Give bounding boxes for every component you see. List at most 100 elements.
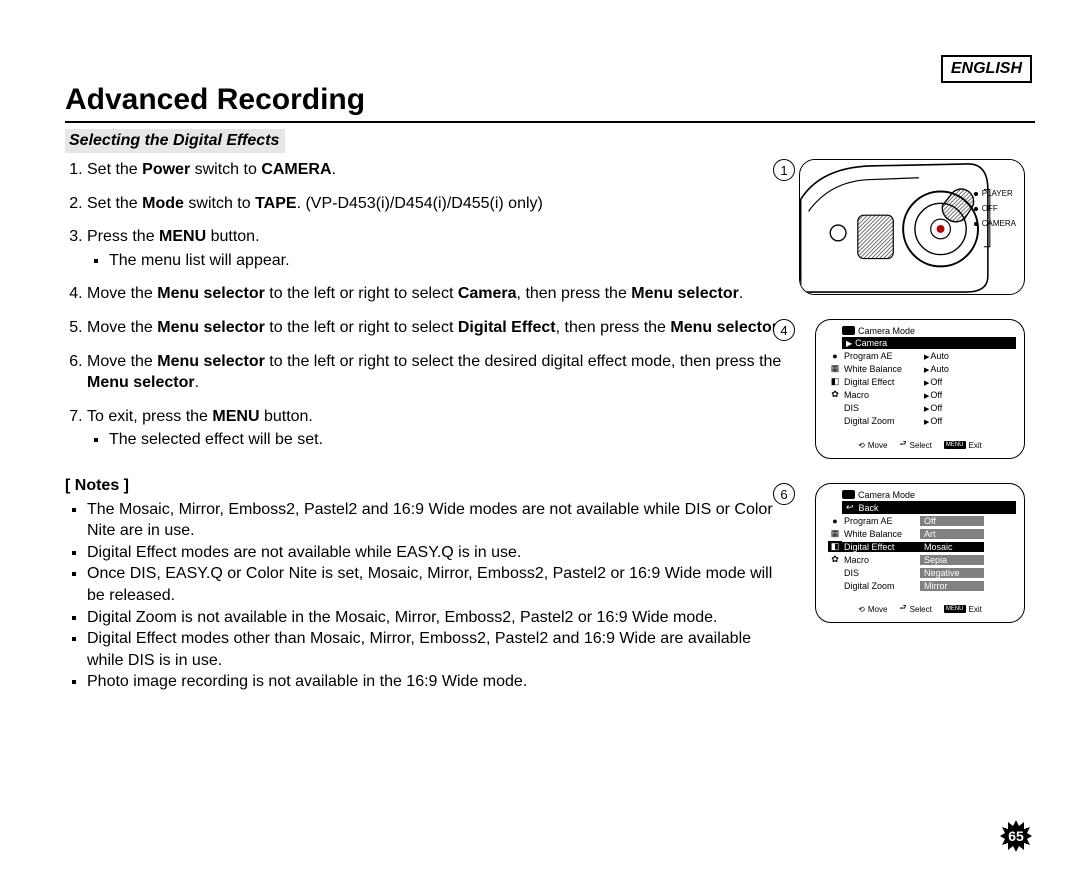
step-3: Press the MENU button. The menu list wil…: [87, 226, 787, 271]
select-icon: ⮐: [899, 602, 906, 616]
osd-mode-title: Camera Mode: [842, 490, 1016, 500]
osd-submenu-camera: ▶ Camera: [842, 337, 1016, 349]
step-4: Move the Menu selector to the left or ri…: [87, 283, 787, 305]
osd-row-value: Art: [920, 529, 984, 539]
osd-row-label: DIS: [842, 403, 920, 413]
osd-row-label: Digital Zoom: [842, 416, 920, 426]
osd-row-icon: ●: [828, 351, 842, 361]
power-switch-illustration: PLAYER OFF CAMERA: [799, 159, 1025, 295]
move-icon: ⟲: [858, 605, 865, 614]
divider: [65, 121, 1035, 123]
switch-position-camera: CAMERA: [974, 216, 1016, 231]
page-title: Advanced Recording: [65, 83, 1035, 117]
osd-row-icon: ◧: [828, 541, 842, 552]
osd-mode-title: Camera Mode: [842, 326, 1016, 336]
osd-row-label: Macro: [842, 390, 920, 400]
osd-row-label: Macro: [842, 555, 920, 565]
move-icon: ⟲: [858, 441, 865, 450]
osd-row: DISNegative: [828, 566, 1016, 579]
select-icon: ⮐: [899, 438, 906, 452]
osd-row: Digital ZoomOff: [828, 414, 1016, 427]
osd-row-value: Off: [920, 403, 984, 413]
osd-row-label: Program AE: [842, 516, 920, 526]
submenu-marker-icon: ▶: [846, 339, 852, 348]
osd-row-value: Mirror: [920, 581, 984, 591]
osd-row: Digital ZoomMirror: [828, 579, 1016, 592]
instructions-column: Set the Power switch to CAMERA. Set the …: [65, 159, 787, 693]
osd-row-icon: ●: [828, 516, 842, 526]
figure-6-label: 6: [773, 483, 795, 505]
figure-4: 4 Camera Mode ▶ Camera ●Program AEAuto▦W…: [799, 319, 1035, 459]
note-item: The Mosaic, Mirror, Emboss2, Pastel2 and…: [87, 499, 787, 542]
osd-footer: ⟲Move ⮐Select MENUExit: [816, 602, 1024, 616]
step-6: Move the Menu selector to the left or ri…: [87, 351, 787, 394]
osd-row-label: DIS: [842, 568, 920, 578]
manual-page: ENGLISH Advanced Recording Selecting the…: [0, 0, 1080, 880]
steps-list: Set the Power switch to CAMERA. Set the …: [65, 159, 787, 451]
osd-row-label: Digital Effect: [842, 542, 920, 552]
osd-row-value: Off: [920, 390, 984, 400]
osd-menu-camera: Camera Mode ▶ Camera ●Program AEAuto▦Whi…: [815, 319, 1025, 459]
figures-column: 1: [799, 159, 1035, 693]
osd-footer: ⟲Move ⮐Select MENUExit: [816, 438, 1024, 452]
page-number: 65: [1000, 820, 1032, 852]
osd-row-value: Sepia: [920, 555, 984, 565]
osd-row-icon: ✿: [828, 554, 842, 565]
osd-row: ●Program AEOff: [828, 514, 1016, 527]
note-item: Once DIS, EASY.Q or Color Nite is set, M…: [87, 563, 787, 606]
osd-row-label: White Balance: [842, 364, 920, 374]
osd-row-icon: ▦: [828, 528, 842, 539]
figure-4-label: 4: [773, 319, 795, 341]
step-2: Set the Mode switch to TAPE. (VP-D453(i)…: [87, 193, 787, 215]
osd-row-value: Off: [920, 516, 984, 526]
step-5: Move the Menu selector to the left or ri…: [87, 317, 787, 339]
osd-row-value: Off: [920, 377, 984, 387]
osd-row-icon: ◧: [828, 376, 842, 387]
osd-row-value: Auto: [920, 351, 984, 361]
figure-6: 6 Camera Mode Back ●Program AEOff▦White …: [799, 483, 1035, 623]
menu-key-icon: MENU: [944, 605, 966, 613]
notes-heading: [ Notes ]: [65, 475, 787, 497]
power-switch-positions: PLAYER OFF CAMERA: [974, 186, 1016, 232]
osd-row: ▦White BalanceAuto: [828, 362, 1016, 375]
osd-row-label: White Balance: [842, 529, 920, 539]
osd-row-label: Digital Effect: [842, 377, 920, 387]
osd-row: ◧Digital EffectMosaic: [828, 540, 1016, 553]
osd-submenu-back: Back: [842, 501, 1016, 514]
osd-row: ●Program AEAuto: [828, 349, 1016, 362]
back-arrow-icon: [846, 502, 856, 513]
switch-position-player: PLAYER: [974, 186, 1016, 201]
note-item: Digital Effect modes are not available w…: [87, 542, 787, 564]
step-1: Set the Power switch to CAMERA.: [87, 159, 787, 181]
osd-item-list: ●Program AEAuto▦White BalanceAuto◧Digita…: [828, 349, 1016, 427]
note-item: Photo image recording is not available i…: [87, 671, 787, 693]
notes-list: The Mosaic, Mirror, Emboss2, Pastel2 and…: [65, 499, 787, 693]
step-3-sub: The menu list will appear.: [109, 250, 787, 272]
content-columns: Set the Power switch to CAMERA. Set the …: [65, 159, 1035, 693]
osd-row: ✿MacroOff: [828, 388, 1016, 401]
osd-row-label: Digital Zoom: [842, 581, 920, 591]
page-number-badge: 65: [1000, 820, 1032, 852]
osd-row: DISOff: [828, 401, 1016, 414]
osd-row-icon: ✿: [828, 389, 842, 400]
osd-row: ▦White BalanceArt: [828, 527, 1016, 540]
osd-row-value: Mosaic: [920, 542, 984, 552]
osd-menu-digital-effect: Camera Mode Back ●Program AEOff▦White Ba…: [815, 483, 1025, 623]
note-item: Digital Effect modes other than Mosaic, …: [87, 628, 787, 671]
switch-position-off: OFF: [974, 201, 1016, 216]
language-badge: ENGLISH: [941, 55, 1032, 83]
section-heading: Selecting the Digital Effects: [65, 129, 285, 153]
osd-row-value: Auto: [920, 364, 984, 374]
step-7-sub: The selected effect will be set.: [109, 429, 787, 451]
osd-row-label: Program AE: [842, 351, 920, 361]
figure-1-label: 1: [773, 159, 795, 181]
osd-row-value: Negative: [920, 568, 984, 578]
figure-1: 1: [799, 159, 1035, 295]
osd-row: ✿MacroSepia: [828, 553, 1016, 566]
osd-row: ◧Digital EffectOff: [828, 375, 1016, 388]
osd-item-list: ●Program AEOff▦White BalanceArt◧Digital …: [828, 514, 1016, 592]
note-item: Digital Zoom is not available in the Mos…: [87, 607, 787, 629]
osd-row-icon: ▦: [828, 363, 842, 374]
osd-row-value: Off: [920, 416, 984, 426]
step-7: To exit, press the MENU button. The sele…: [87, 406, 787, 451]
